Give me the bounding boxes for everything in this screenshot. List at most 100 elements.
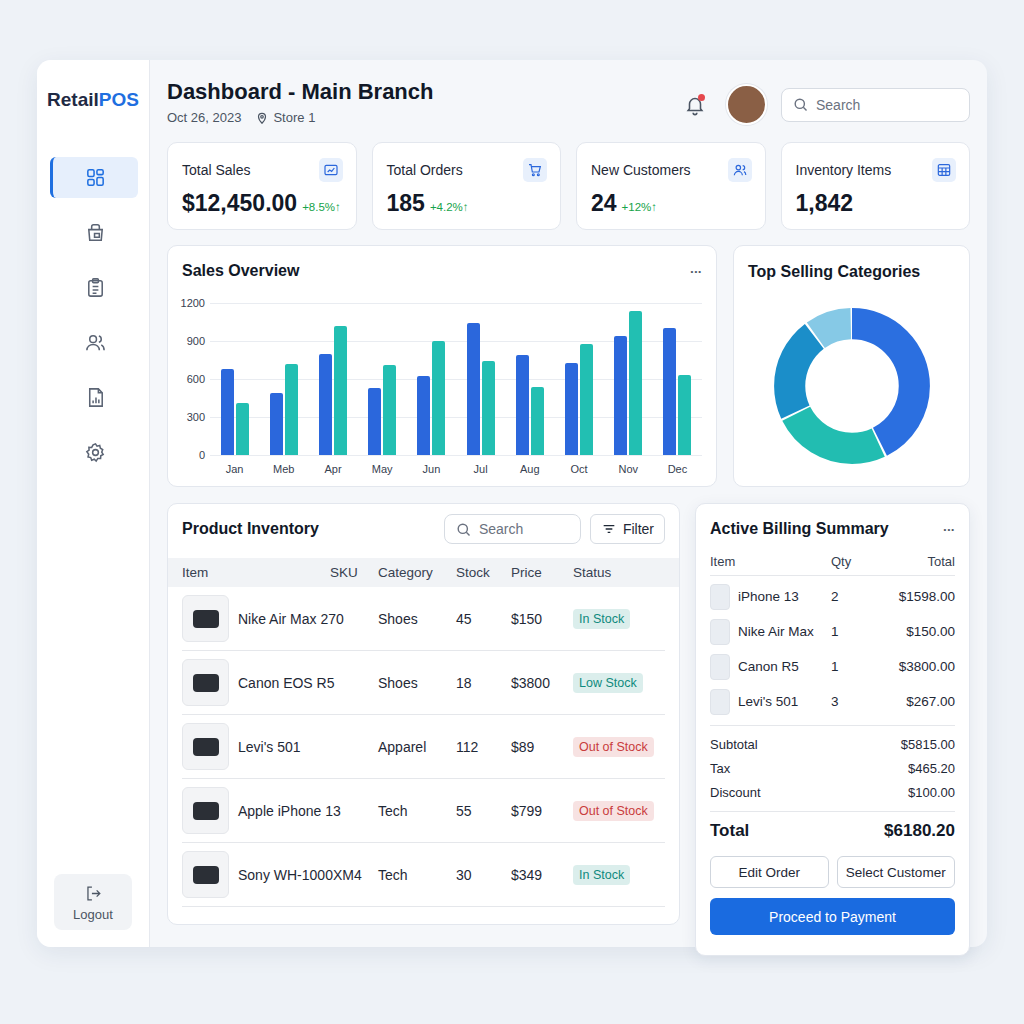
product-image [182, 595, 229, 642]
y-tick: 300 [187, 410, 205, 424]
search-icon [792, 96, 809, 113]
secondary-button[interactable]: Select Customer [837, 856, 956, 888]
sidebar-item[interactable] [50, 157, 138, 198]
bar[interactable] [614, 336, 627, 455]
bar[interactable] [417, 376, 430, 455]
bar[interactable] [482, 361, 495, 455]
filter-button[interactable]: Filter [590, 514, 665, 544]
users-icon [732, 162, 748, 178]
sidebar-item[interactable] [50, 322, 138, 363]
stat-card: Total Sales$12,450.00+8.5%↑ [167, 142, 357, 230]
main-content: Dashboard - Main BranchOct 26, 2023Store… [150, 60, 987, 947]
bar[interactable] [285, 364, 298, 455]
category-cell: Apparel [378, 739, 456, 755]
sidebar-item[interactable] [50, 267, 138, 308]
bar[interactable] [629, 311, 642, 455]
column-header: SKU [330, 565, 378, 580]
bar-group [554, 344, 603, 455]
table-row[interactable]: Nike Air Max 270Shoes45$150In Stock [182, 587, 665, 651]
x-tick: Jun [407, 463, 456, 475]
bar[interactable] [319, 354, 332, 455]
bar-group [653, 328, 702, 455]
dashboard-icon [84, 166, 107, 189]
logout-button[interactable]: Logout [54, 874, 132, 930]
table-row[interactable]: Canon EOS R5Shoes18$3800Low Stock [182, 651, 665, 715]
sidebar: RetailPOS Logout [37, 60, 150, 947]
stock-cell: 112 [456, 739, 511, 755]
billing-item[interactable]: Nike Air Max1$150.00 [710, 614, 955, 649]
x-tick: Jul [456, 463, 505, 475]
bar[interactable] [580, 344, 593, 455]
more-menu-button[interactable]: ••• [691, 267, 702, 276]
donut-segment[interactable] [789, 324, 914, 449]
bar[interactable] [565, 363, 578, 455]
column-header: Category [378, 565, 456, 580]
column-header: Item [182, 565, 330, 580]
total-cell: $150.00 [881, 624, 955, 639]
column-header: Status [573, 565, 665, 580]
bar[interactable] [221, 369, 234, 455]
bar[interactable] [432, 341, 445, 455]
item-name: Levi's 501 [738, 694, 798, 709]
sidebar-item[interactable] [50, 377, 138, 418]
sales-icon [323, 162, 339, 178]
category-cell: Shoes [378, 675, 456, 691]
page-subtitle: Oct 26, 2023Store 1 [167, 109, 433, 126]
sidebar-item[interactable] [50, 212, 138, 253]
bar[interactable] [663, 328, 676, 455]
y-tick: 0 [199, 448, 205, 462]
bar[interactable] [467, 323, 480, 455]
more-menu-button[interactable]: ••• [944, 525, 955, 534]
logo[interactable]: RetailPOS [47, 89, 139, 111]
notification-button[interactable] [684, 94, 706, 116]
bar[interactable] [236, 403, 249, 455]
bar[interactable] [678, 375, 691, 455]
stat-label: Total Sales [182, 162, 250, 178]
proceed-to-payment-button[interactable]: Proceed to Payment [710, 898, 955, 935]
column-header: Qty [831, 554, 881, 569]
donut-segment[interactable] [789, 324, 914, 449]
stock-cell: 30 [456, 867, 511, 883]
qty-cell: 3 [831, 694, 881, 709]
billing-item[interactable]: Canon R51$3800.00 [710, 649, 955, 684]
column-header: Stock [456, 565, 511, 580]
bar-group [456, 323, 505, 455]
bar[interactable] [531, 387, 544, 455]
bar-group [308, 326, 357, 455]
inventory-search-field[interactable]: Search [444, 514, 581, 544]
search-field[interactable]: Search [781, 88, 970, 122]
charts-row: Sales Overview•••12009006003000JanMebApr… [167, 245, 970, 487]
bar-group [358, 365, 407, 455]
product-image [182, 787, 229, 834]
table-row[interactable]: Levi's 501Apparel112$89Out of Stock [182, 715, 665, 779]
product-image [182, 723, 229, 770]
stock-cell: 55 [456, 803, 511, 819]
column-header: Item [710, 554, 831, 569]
bar[interactable] [383, 365, 396, 455]
bar[interactable] [516, 355, 529, 455]
register-icon [84, 221, 107, 244]
donut-segment[interactable] [789, 324, 914, 449]
card-title: Top Selling Categories [748, 261, 955, 283]
price-cell: $349 [511, 867, 573, 883]
bar[interactable] [270, 393, 283, 455]
top-categories-card: Top Selling Categories [733, 245, 970, 487]
bar[interactable] [334, 326, 347, 455]
x-tick: Jan [210, 463, 259, 475]
product-inventory-card: Product InventorySearchFilterItemSKUCate… [167, 503, 680, 925]
price-cell: $799 [511, 803, 573, 819]
billing-item[interactable]: Levi's 5013$267.00 [710, 684, 955, 719]
secondary-button[interactable]: Edit Order [710, 856, 829, 888]
grid-line [210, 341, 702, 342]
user-avatar[interactable] [726, 84, 767, 125]
table-row[interactable]: Apple iPhone 13Tech55$799Out of Stock [182, 779, 665, 843]
status-badge: In Stock [573, 609, 630, 629]
summary-row: Tax$465.20 [710, 756, 955, 780]
bar[interactable] [368, 388, 381, 455]
stat-change: +12%↑ [622, 201, 657, 213]
donut-segment[interactable] [789, 324, 914, 449]
sidebar-item[interactable] [50, 432, 138, 473]
billing-item[interactable]: iPhone 132$1598.00 [710, 579, 955, 614]
table-header: ItemSKUCategoryStockPriceStatus [168, 558, 679, 587]
table-row[interactable]: Sony WH-1000XM4Tech30$349In Stock [182, 843, 665, 907]
